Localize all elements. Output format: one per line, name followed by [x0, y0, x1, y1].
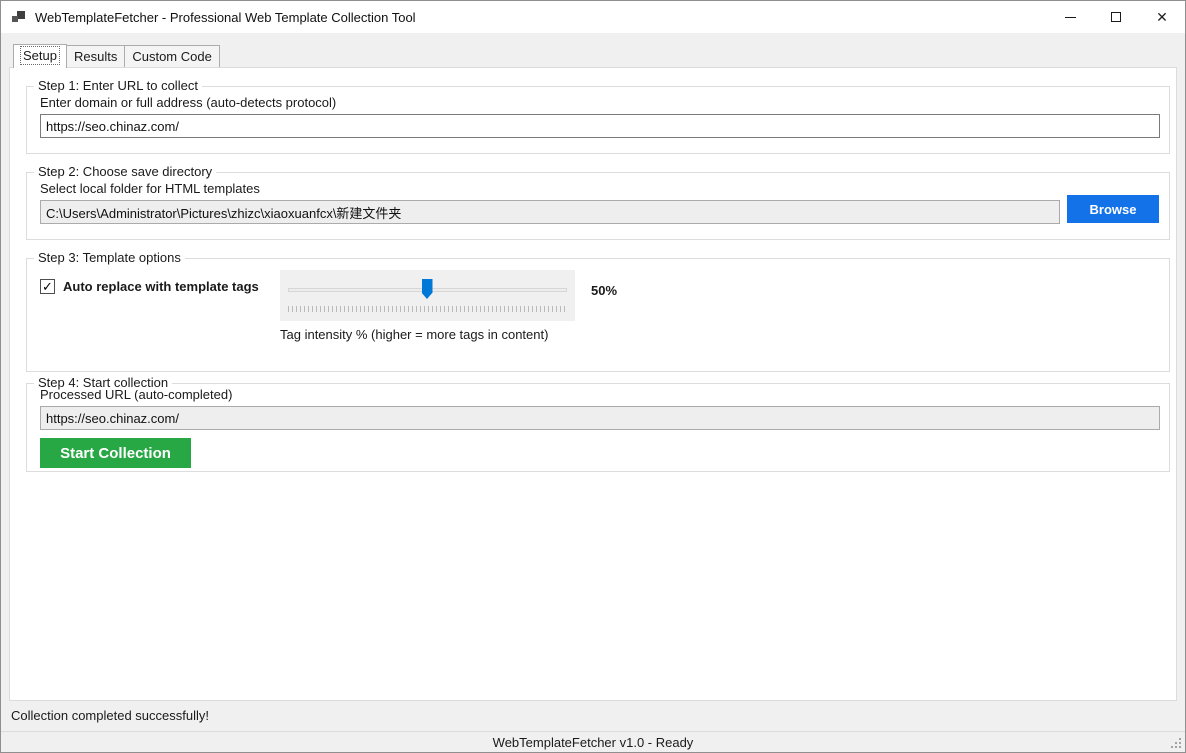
tab-strip: Setup Results Custom Code [1, 33, 1185, 67]
tab-results[interactable]: Results [66, 45, 125, 67]
step2-label: Select local folder for HTML templates [40, 181, 1169, 196]
window-controls: ✕ [1047, 1, 1185, 33]
minimize-icon [1065, 17, 1076, 18]
save-directory-input[interactable] [40, 200, 1060, 224]
step1-legend: Step 1: Enter URL to collect [34, 78, 202, 93]
status-message: Collection completed successfully! [1, 701, 1185, 731]
step1-groupbox: Step 1: Enter URL to collect Enter domai… [26, 86, 1170, 154]
step3-groupbox: Step 3: Template options ✓ Auto replace … [26, 258, 1170, 372]
tab-custom-code-label: Custom Code [132, 49, 211, 64]
auto-replace-row: ✓ Auto replace with template tags [40, 279, 259, 294]
setup-tab-page: Step 1: Enter URL to collect Enter domai… [9, 67, 1177, 701]
auto-replace-checkbox[interactable]: ✓ [40, 279, 55, 294]
url-input[interactable] [40, 114, 1160, 138]
slider-caption: Tag intensity % (higher = more tags in c… [280, 327, 548, 342]
close-button[interactable]: ✕ [1139, 1, 1185, 33]
step4-label: Processed URL (auto-completed) [40, 387, 1169, 402]
status-bar: WebTemplateFetcher v1.0 - Ready [1, 731, 1185, 752]
slider-thumb[interactable] [422, 279, 433, 299]
window-title: WebTemplateFetcher - Professional Web Te… [35, 10, 416, 25]
slider-value: 50% [591, 283, 617, 298]
tab-results-label: Results [74, 49, 117, 64]
tab-setup-label: Setup [21, 47, 59, 64]
tag-intensity-slider [280, 270, 575, 321]
title-bar: WebTemplateFetcher - Professional Web Te… [1, 1, 1185, 33]
start-collection-button[interactable]: Start Collection [40, 438, 191, 468]
minimize-button[interactable] [1047, 1, 1093, 33]
checkmark-icon: ✓ [42, 280, 53, 293]
auto-replace-label: Auto replace with template tags [63, 279, 259, 294]
resize-grip-icon[interactable] [1170, 737, 1183, 750]
step4-groupbox: Step 4: Start collection Processed URL (… [26, 383, 1170, 472]
step2-groupbox: Step 2: Choose save directory Select loc… [26, 172, 1170, 240]
statusbar-text: WebTemplateFetcher v1.0 - Ready [493, 735, 694, 750]
app-icon [11, 9, 27, 25]
step3-legend: Step 3: Template options [34, 250, 185, 265]
step4-legend: Step 4: Start collection [34, 375, 172, 390]
processed-url-input[interactable] [40, 406, 1160, 430]
close-icon: ✕ [1156, 9, 1168, 26]
step2-legend: Step 2: Choose save directory [34, 164, 216, 179]
maximize-button[interactable] [1093, 1, 1139, 33]
browse-button[interactable]: Browse [1067, 195, 1159, 223]
step1-label: Enter domain or full address (auto-detec… [40, 95, 1169, 110]
maximize-icon [1111, 12, 1121, 22]
slider-ticks [288, 306, 567, 312]
tab-setup[interactable]: Setup [13, 44, 67, 68]
tab-custom-code[interactable]: Custom Code [124, 45, 219, 67]
app-window: WebTemplateFetcher - Professional Web Te… [0, 0, 1186, 753]
